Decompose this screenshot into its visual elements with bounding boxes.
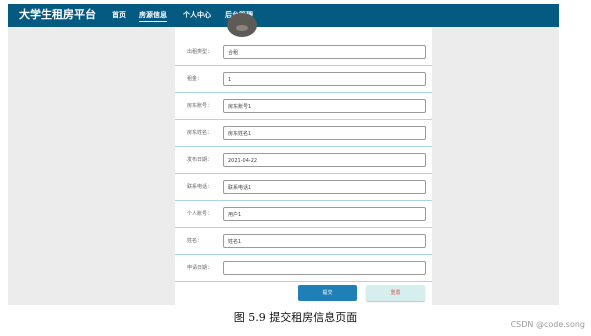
landlord-name-label: 房东姓名： bbox=[187, 130, 213, 136]
phone-label: 联系电话： bbox=[187, 184, 213, 190]
publish-date-value: 2021-04-22 bbox=[228, 158, 258, 164]
row-divider bbox=[175, 227, 432, 228]
publish-date-label: 发布日期： bbox=[187, 157, 213, 163]
landlord-name-field[interactable]: 房东姓名1 bbox=[223, 126, 426, 140]
row-divider bbox=[175, 254, 432, 255]
rent-value: 1 bbox=[228, 77, 232, 83]
form-row-rental-type: 出租类型： 合租 bbox=[175, 40, 432, 66]
nav-listings[interactable]: 房源信息 bbox=[139, 11, 167, 22]
csdn-watermark: CSDN @code.song bbox=[510, 320, 585, 329]
form-row-apply-date: 申请日期： bbox=[175, 256, 432, 282]
row-divider bbox=[175, 119, 432, 120]
user-account-value: 用户1 bbox=[228, 212, 242, 218]
submit-button[interactable]: 提交 bbox=[298, 285, 357, 301]
name-field[interactable]: 姓名1 bbox=[223, 234, 426, 248]
rental-type-label: 出租类型： bbox=[187, 49, 213, 55]
phone-value: 联系电话1 bbox=[228, 185, 252, 191]
name-label: 姓名： bbox=[187, 238, 203, 244]
application-form-panel: 出租类型： 合租 租金： 1 房东账号： 房东账号1 房东姓名： 房东姓名1 发… bbox=[175, 13, 432, 305]
rent-field[interactable]: 1 bbox=[223, 72, 426, 86]
form-row-landlord-account: 房东账号： 房东账号1 bbox=[175, 94, 432, 120]
user-account-label: 个人账号： bbox=[187, 211, 213, 217]
form-row-rent: 租金： 1 bbox=[175, 67, 432, 93]
nav-profile[interactable]: 个人中心 bbox=[183, 11, 211, 19]
row-divider bbox=[175, 281, 432, 282]
apply-date-field[interactable] bbox=[223, 261, 426, 275]
row-divider bbox=[175, 146, 432, 147]
landlord-account-label: 房东账号： bbox=[187, 103, 213, 109]
form-row-name: 姓名： 姓名1 bbox=[175, 229, 432, 255]
top-navbar: 大学生租房平台 首页 房源信息 个人中心 后台管理 bbox=[8, 4, 559, 27]
form-row-publish-date: 发布日期： 2021-04-22 bbox=[175, 148, 432, 174]
house-photo bbox=[227, 13, 257, 37]
screenshot-frame: 大学生租房平台 首页 房源信息 个人中心 后台管理 出租类型： 合租 租金： 1… bbox=[8, 4, 559, 305]
user-account-field[interactable]: 用户1 bbox=[223, 207, 426, 221]
row-divider bbox=[175, 200, 432, 201]
rent-label: 租金： bbox=[187, 76, 203, 82]
rental-type-field[interactable]: 合租 bbox=[223, 45, 426, 59]
row-divider bbox=[175, 65, 432, 66]
phone-field[interactable]: 联系电话1 bbox=[223, 180, 426, 194]
row-divider bbox=[175, 92, 432, 93]
form-row-phone: 联系电话： 联系电话1 bbox=[175, 175, 432, 201]
form-row-landlord-name: 房东姓名： 房东姓名1 bbox=[175, 121, 432, 147]
rental-type-value: 合租 bbox=[228, 50, 239, 56]
nav-home[interactable]: 首页 bbox=[112, 11, 126, 19]
site-brand[interactable]: 大学生租房平台 bbox=[19, 8, 96, 22]
figure-caption: 图 5.9 提交租房信息页面 bbox=[233, 311, 358, 324]
form-row-user-account: 个人账号： 用户1 bbox=[175, 202, 432, 228]
name-value: 姓名1 bbox=[228, 239, 242, 245]
landlord-account-value: 房东账号1 bbox=[228, 104, 252, 110]
reset-button[interactable]: 重置 bbox=[366, 285, 425, 301]
row-divider bbox=[175, 173, 432, 174]
publish-date-field[interactable]: 2021-04-22 bbox=[223, 153, 426, 167]
landlord-name-value: 房东姓名1 bbox=[228, 131, 252, 137]
landlord-account-field[interactable]: 房东账号1 bbox=[223, 99, 426, 113]
apply-date-label: 申请日期： bbox=[187, 265, 213, 271]
